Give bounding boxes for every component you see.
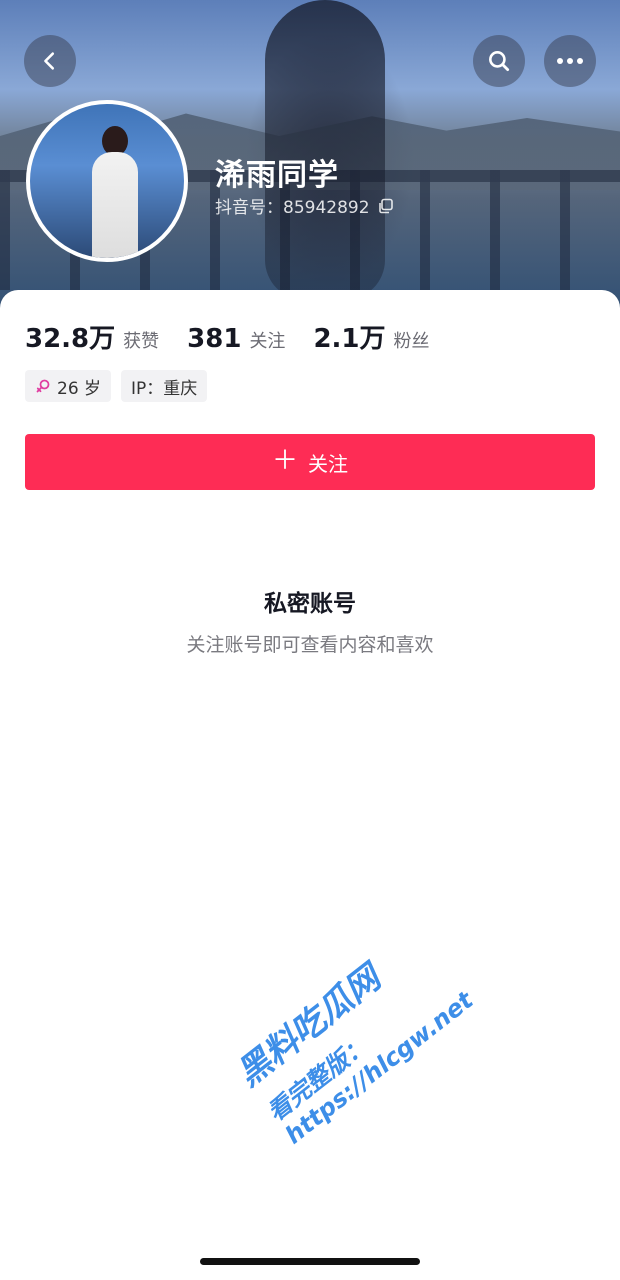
age-text: 26 岁 (57, 378, 102, 399)
ip-text: IP：重庆 (131, 378, 198, 399)
stat-label: 粉丝 (393, 331, 430, 352)
age-tag: 26 岁 (25, 370, 112, 402)
stat-likes[interactable]: 32.8万 获赞 (25, 318, 159, 355)
stat-value: 2.1万 (313, 324, 386, 354)
profile-name: 浠雨同学 (215, 158, 339, 193)
stat-following[interactable]: 381 关注 (187, 324, 285, 354)
follow-button[interactable]: ＋ 关注 (25, 434, 595, 490)
private-account-subtitle: 关注账号即可查看内容和喜欢 (186, 634, 434, 656)
stat-value: 381 (187, 324, 242, 354)
search-button[interactable] (473, 35, 525, 87)
chevron-left-icon (44, 52, 55, 70)
more-icon (557, 58, 583, 64)
copy-icon[interactable] (378, 198, 394, 214)
douyin-id-row[interactable]: 抖音号：85942892 (215, 193, 394, 218)
stat-label: 关注 (249, 331, 286, 352)
stat-value: 32.8万 (25, 324, 116, 354)
stat-followers[interactable]: 2.1万 粉丝 (313, 318, 429, 355)
ip-tag: IP：重庆 (121, 370, 208, 402)
avatar-figure (92, 152, 138, 258)
private-account-title: 私密账号 (264, 591, 356, 617)
back-button[interactable] (24, 35, 76, 87)
stats-row: 32.8万 获赞 381 关注 2.1万 粉丝 (25, 318, 430, 355)
female-icon (36, 379, 50, 393)
home-indicator[interactable] (200, 1258, 420, 1265)
follow-button-label: 关注 (308, 451, 348, 476)
profile-tags: 26 岁 IP：重庆 (25, 370, 208, 402)
avatar[interactable] (26, 100, 188, 262)
douyin-id-text: 抖音号：85942892 (215, 198, 370, 218)
search-icon (489, 51, 510, 72)
plus-icon: ＋ (271, 446, 298, 476)
stat-label: 获赞 (123, 331, 160, 352)
more-button[interactable] (544, 35, 596, 87)
